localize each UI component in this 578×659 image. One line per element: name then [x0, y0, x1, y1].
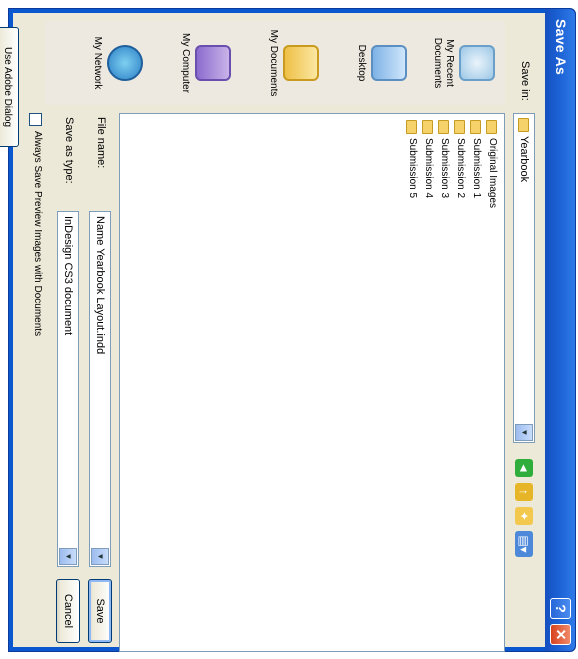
desktop-icon [371, 45, 407, 81]
file-name-value: Name Yearbook Layout.indd [94, 216, 106, 355]
cancel-button[interactable]: Cancel [56, 579, 80, 643]
views-menu-icon[interactable]: ▤▾ [515, 531, 533, 557]
places-bar: My Recent Documents Desktop My Documents… [45, 21, 505, 105]
save-as-type-value: InDesign CS3 document [62, 216, 74, 336]
save-as-type-dropdown[interactable]: InDesign CS3 document ▼ [57, 211, 79, 567]
file-name-field[interactable]: Name Yearbook Layout.indd ▼ [89, 211, 111, 567]
file-list[interactable]: Original Images Submission 1 Submission … [119, 113, 505, 652]
preview-checkbox-label: Always Save Preview Images with Document… [32, 131, 43, 337]
dialog-body: Save in: Yearbook ▼ ◄ ↑ ✦ ▤▾ My Recent D… [0, 13, 545, 652]
new-folder-icon[interactable]: ✦ [515, 507, 533, 525]
recent-documents-icon [459, 45, 495, 81]
file-name: Submission 5 [407, 138, 418, 199]
file-name: Submission 2 [455, 138, 466, 199]
place-recent-documents[interactable]: My Recent Documents [417, 21, 505, 105]
file-name: Original Images [487, 138, 498, 209]
folder-icon [438, 120, 449, 134]
save-as-dialog: Save As ? ✕ Save in: Yearbook ▼ ◄ ↑ ✦ ▤▾… [0, 0, 578, 659]
help-button[interactable]: ? [550, 598, 571, 619]
save-in-value: Yearbook [518, 136, 530, 183]
place-label: My Documents [268, 29, 279, 97]
close-button[interactable]: ✕ [550, 624, 571, 645]
dialog-frame: Save As ? ✕ Save in: Yearbook ▼ ◄ ↑ ✦ ▤▾… [0, 8, 576, 652]
place-label: My Recent Documents [432, 37, 455, 89]
file-name: Submission 4 [423, 138, 434, 199]
save-button[interactable]: Save [88, 579, 112, 643]
my-computer-icon [195, 45, 231, 81]
folder-icon [470, 120, 481, 134]
save-in-dropdown[interactable]: Yearbook ▼ [513, 113, 535, 443]
place-desktop[interactable]: Desktop [329, 21, 417, 105]
folder-icon [486, 120, 497, 134]
place-my-computer[interactable]: My Computer [153, 21, 241, 105]
place-label: My Network [92, 36, 103, 90]
folder-icon [518, 118, 529, 132]
place-my-documents[interactable]: My Documents [241, 21, 329, 105]
window-title: Save As [553, 19, 569, 76]
title-bar[interactable]: Save As ? ✕ [545, 9, 575, 651]
chevron-down-icon[interactable]: ▼ [91, 548, 109, 565]
back-icon[interactable]: ◄ [515, 459, 533, 477]
place-my-network[interactable]: My Network [65, 21, 153, 105]
file-name: Submission 3 [439, 138, 450, 199]
chevron-down-icon[interactable]: ▼ [59, 548, 77, 565]
folder-icon [422, 120, 433, 134]
file-name: Submission 1 [471, 138, 482, 199]
place-label: My Computer [180, 32, 191, 93]
place-label: Desktop [356, 44, 367, 82]
preview-checkbox[interactable] [29, 113, 42, 126]
folder-icon [406, 120, 417, 134]
up-folder-icon[interactable]: ↑ [515, 483, 533, 501]
my-documents-icon [283, 45, 319, 81]
folder-icon [454, 120, 465, 134]
file-name-label: File name: [95, 117, 107, 169]
use-adobe-dialog-button[interactable]: Use Adobe Dialog [0, 27, 19, 147]
save-as-type-label: Save as type: [63, 117, 75, 184]
save-in-label: Save in: [519, 61, 531, 101]
chevron-down-icon[interactable]: ▼ [515, 424, 533, 441]
my-network-icon [107, 45, 143, 81]
